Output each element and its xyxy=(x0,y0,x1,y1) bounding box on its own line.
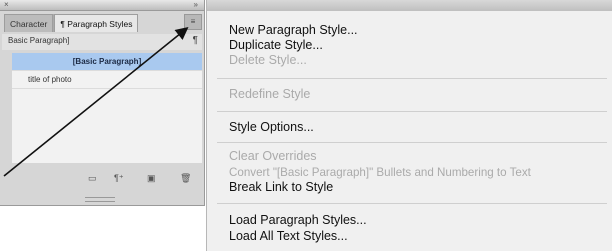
paragraph-mark-icon[interactable]: ¶ xyxy=(193,35,198,46)
menu-separator xyxy=(217,142,607,143)
panel-menu-icon[interactable]: ≡ xyxy=(184,14,202,30)
menu-item-delete-style: Delete Style... xyxy=(229,53,307,67)
panel-bottom-toolbar: ▭ ¶⁺ ▣ 🗑 xyxy=(2,168,202,190)
menu-item-convert-bullets: Convert "[Basic Paragraph]" Bullets and … xyxy=(229,166,531,179)
list-item-title-of-photo[interactable]: title of photo xyxy=(12,71,202,89)
panel-flyout-menu: New Paragraph Style... Duplicate Style..… xyxy=(206,0,612,251)
menu-separator xyxy=(217,203,607,204)
panel-titlebar[interactable]: × » xyxy=(0,0,204,11)
current-style-label: Basic Paragraph] xyxy=(8,36,70,45)
menu-separator xyxy=(217,111,607,112)
delete-style-icon[interactable]: 🗑 xyxy=(180,173,191,184)
menu-item-style-options[interactable]: Style Options... xyxy=(229,120,314,135)
menu-item-break-link[interactable]: Break Link to Style xyxy=(229,180,333,195)
list-item-basic-paragraph[interactable]: [Basic Paragraph] xyxy=(12,53,202,71)
current-style-row: Basic Paragraph] ¶ xyxy=(2,34,202,50)
menu-item-duplicate-style[interactable]: Duplicate Style... xyxy=(229,38,323,53)
resize-grip[interactable] xyxy=(85,197,115,202)
tab-character[interactable]: Character xyxy=(4,14,54,32)
style-list: [Basic Paragraph] title of photo xyxy=(12,53,202,163)
menu-item-load-paragraph-styles[interactable]: Load Paragraph Styles... xyxy=(229,213,367,228)
close-icon[interactable]: × xyxy=(4,0,9,9)
panel-tabs: Character ¶ Paragraph Styles xyxy=(4,14,139,32)
menu-topbar xyxy=(207,0,612,11)
collapse-icon[interactable]: » xyxy=(194,0,198,9)
menu-item-clear-overrides: Clear Overrides xyxy=(229,149,317,163)
menu-item-redefine-style: Redefine Style xyxy=(229,87,311,101)
paragraph-styles-panel: × » Character ¶ Paragraph Styles ≡ Basic… xyxy=(0,0,205,206)
menu-item-load-all-text-styles[interactable]: Load All Text Styles... xyxy=(229,229,348,244)
new-style-icon[interactable]: ▣ xyxy=(147,173,156,184)
tab-paragraph-styles[interactable]: ¶ Paragraph Styles xyxy=(54,14,139,32)
menu-separator xyxy=(217,78,607,79)
style-group-icon[interactable]: ▭ xyxy=(88,173,97,184)
menu-item-new-paragraph-style[interactable]: New Paragraph Style... xyxy=(229,23,358,38)
clear-overrides-icon[interactable]: ¶⁺ xyxy=(114,173,124,184)
